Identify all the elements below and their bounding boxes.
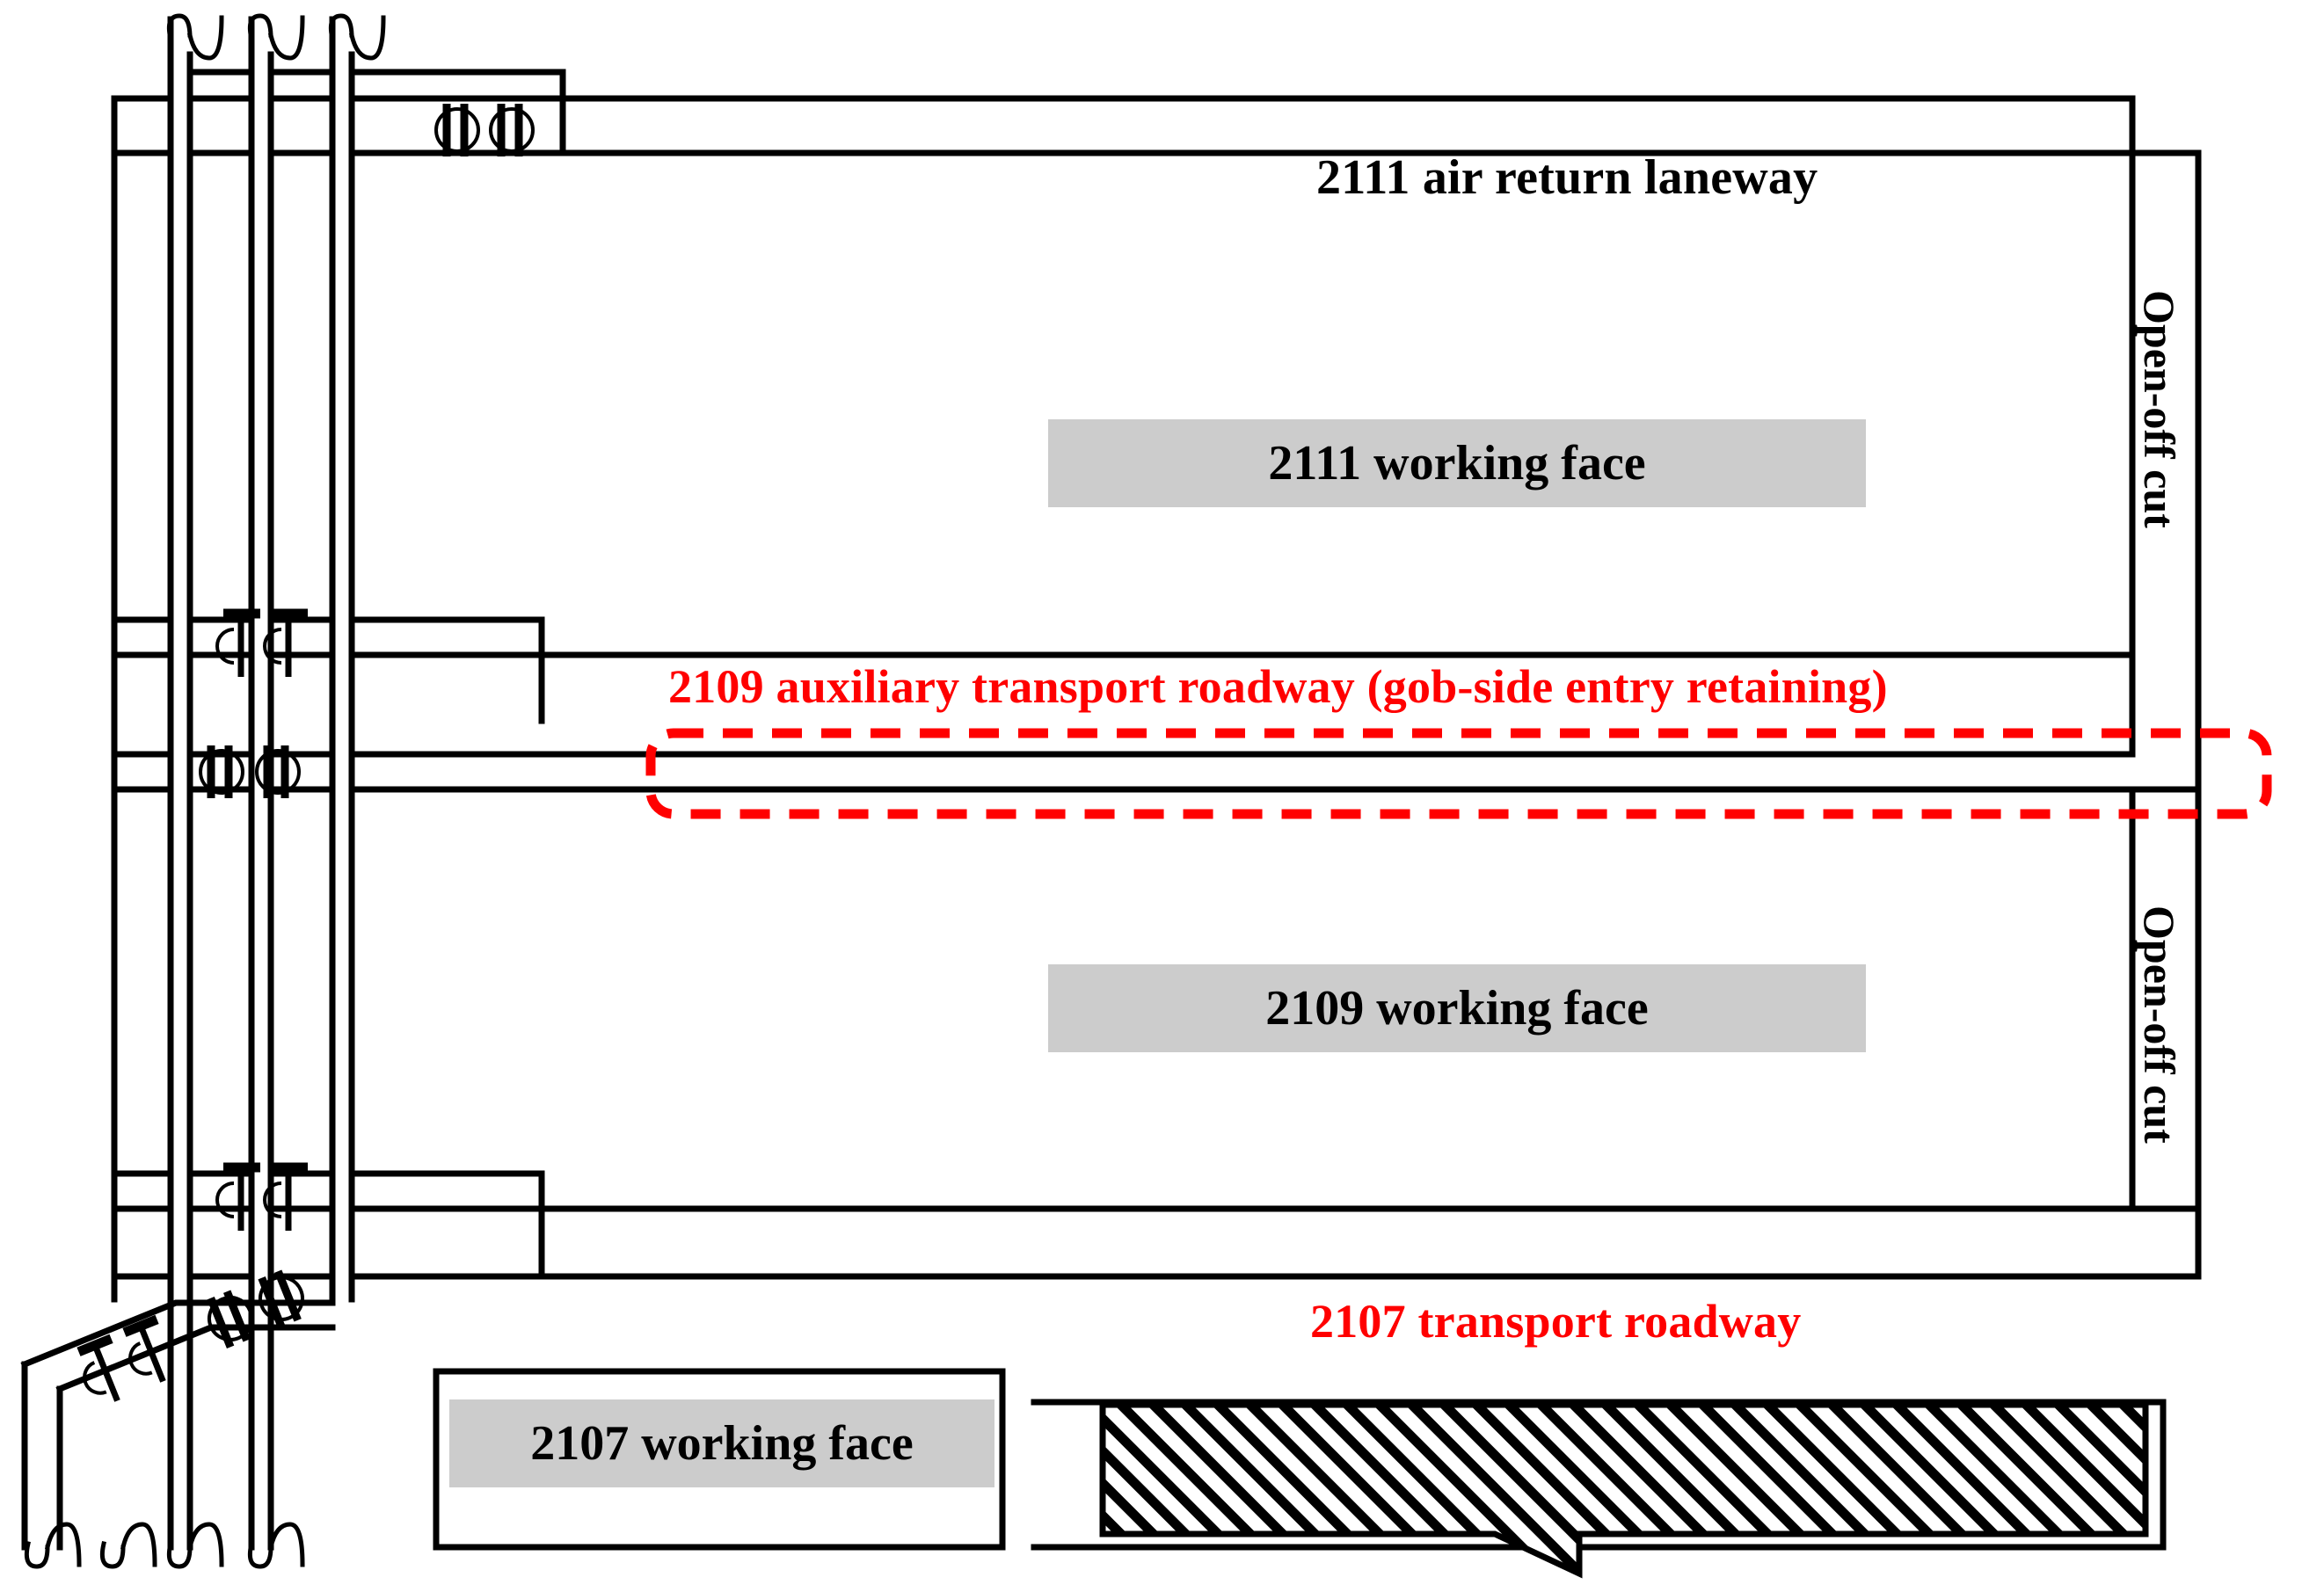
face-block-2111: 2111 working face (1048, 419, 1866, 507)
ventilation-door (434, 104, 480, 156)
air-regulator-door (76, 1334, 120, 1402)
label-2111-air-return-laneway: 2111 air return laneway (1316, 150, 1818, 205)
label-2109-auxiliary-transport-roadway: 2109 auxiliary transport roadway (gob-si… (668, 660, 1888, 713)
mine-layout-svg (20, 13, 2272, 1579)
diagonal-roadway-north-wall (20, 1299, 336, 1369)
label-2107-transport-roadway: 2107 transport roadway (1310, 1295, 1802, 1348)
diagram-canvas: 2111 air return laneway 2111 working fac… (0, 0, 2324, 1592)
mid1-seg3 (348, 616, 545, 724)
label-open-off-cut-lower: Open-off cut (2135, 905, 2184, 1144)
label-open-off-cut-upper: Open-off cut (2135, 290, 2184, 528)
mid2-seg3 (348, 1170, 545, 1280)
face-block-2109: 2109 working face (1048, 964, 1866, 1052)
ventilation-door (489, 104, 535, 156)
break-line-bottom-group (24, 1522, 305, 1569)
gob-side-entry-highlight (645, 728, 2272, 819)
face-block-2107: 2107 working face (449, 1399, 994, 1487)
roadway-network (20, 13, 2202, 1569)
